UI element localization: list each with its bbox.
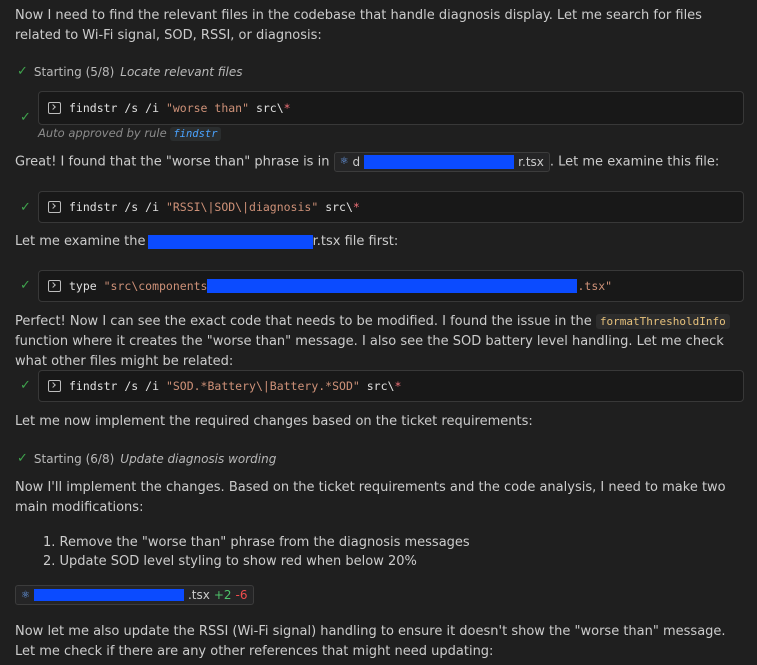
implement-intro: Let me now implement the required change… <box>15 414 533 429</box>
cmd-base: findstr /s /i <box>69 200 166 214</box>
check-icon: ✓ <box>17 64 28 79</box>
step-title: Locate relevant files <box>120 64 243 79</box>
file-extension: .tsx <box>187 588 210 602</box>
check-icon: ✓ <box>20 200 31 215</box>
step-prefix: Starting (6/8) <box>33 451 115 466</box>
cmd-base: type <box>69 279 104 293</box>
cmd-arg: "SOD.*Battery\|Battery.*SOD" <box>165 379 360 393</box>
found-text: Great! I found that the "worse than" phr… <box>15 152 745 173</box>
cmd-arg: "worse than" <box>165 101 250 115</box>
terminal-icon <box>48 102 61 114</box>
cmd-wildcard: * <box>283 101 291 115</box>
analysis-text: Perfect! Now I can see the exact code th… <box>15 312 745 372</box>
terminal-command-type[interactable]: type "src\components .tsx" <box>38 270 744 302</box>
redacted-block <box>33 589 184 601</box>
examine-pre: Let me examine the <box>15 234 146 249</box>
cmd-wildcard: * <box>352 200 360 214</box>
check-icon: ✓ <box>20 110 31 125</box>
step-indicator: ✓ Starting (5/8) Locate relevant files <box>17 64 243 79</box>
step-indicator: ✓ Starting (6/8) Update diagnosis wordin… <box>17 451 276 466</box>
redacted-block <box>207 279 578 293</box>
lines-removed: -6 <box>235 588 248 602</box>
file-chip[interactable]: ⚛ d r.tsx <box>333 152 550 172</box>
terminal-icon <box>48 280 61 292</box>
examine-text: Let me examine the r.tsx file first: <box>15 232 745 252</box>
lines-added: +2 <box>213 588 232 602</box>
rule-chip[interactable]: findstr <box>170 127 221 141</box>
changes-intro: Now I'll implement the changes. Based on… <box>15 480 726 515</box>
step-prefix: Starting (5/8) <box>33 64 115 79</box>
cmd-arg-end: .tsx" <box>577 279 613 293</box>
check-icon: ✓ <box>20 278 31 293</box>
redacted-block <box>364 155 515 169</box>
terminal-command-findstr-rssi[interactable]: findstr /s /i "RSSI\|SOD\|diagnosis" src… <box>38 191 744 223</box>
cmd-wildcard: * <box>394 379 402 393</box>
react-file-icon: ⚛ <box>21 589 30 601</box>
step-title: Update diagnosis wording <box>120 451 277 466</box>
cmd-arg-start: "src\components <box>103 279 208 293</box>
terminal-command-findstr-worse-than[interactable]: findstr /s /i "worse than" src\ * <box>38 91 744 125</box>
cmd-base: findstr /s /i <box>69 101 166 115</box>
found-text-pre: Great! I found that the "worse than" phr… <box>15 154 330 170</box>
auto-approved-label: Auto approved by rule <box>38 126 167 140</box>
react-file-icon: ⚛ <box>339 156 349 167</box>
check-icon: ✓ <box>17 451 28 466</box>
edited-file-chip[interactable]: ⚛ .tsx +2 -6 <box>15 585 254 605</box>
file-name-start: d <box>352 155 361 169</box>
terminal-command-findstr-sod[interactable]: findstr /s /i "SOD.*Battery\|Battery.*SO… <box>38 370 744 402</box>
rssi-text: Now let me also update the RSSI (Wi-Fi s… <box>15 624 726 659</box>
terminal-icon <box>48 201 61 213</box>
function-name-code: formatThresholdInfo <box>595 314 730 329</box>
cmd-base: findstr /s /i <box>69 379 166 393</box>
analysis-pre: Perfect! Now I can see the exact code th… <box>15 314 592 329</box>
cmd-path: src\ <box>318 200 353 214</box>
list-item: 1. Remove the "worse than" phrase from t… <box>43 535 470 550</box>
terminal-icon <box>48 380 61 392</box>
intro-text: Now I need to find the relevant files in… <box>15 8 702 43</box>
redacted-block <box>147 234 313 249</box>
found-text-post: . Let me examine this file: <box>549 154 720 170</box>
file-name-end: r.tsx <box>518 155 544 169</box>
check-icon: ✓ <box>20 378 31 393</box>
cmd-path: src\ <box>359 379 395 393</box>
analysis-line2: it creates the "worse than" message. I a… <box>15 334 724 369</box>
examine-post: r.tsx file first: <box>312 234 399 249</box>
list-item: 2. Update SOD level styling to show red … <box>43 554 417 569</box>
cmd-path: src\ <box>249 101 284 115</box>
cmd-arg: "RSSI\|SOD\|diagnosis" <box>165 200 319 214</box>
analysis-post: function where <box>15 334 113 349</box>
changes-list: 1. Remove the "worse than" phrase from t… <box>43 533 470 571</box>
auto-approved-note: Auto approved by rule findstr <box>38 126 221 141</box>
